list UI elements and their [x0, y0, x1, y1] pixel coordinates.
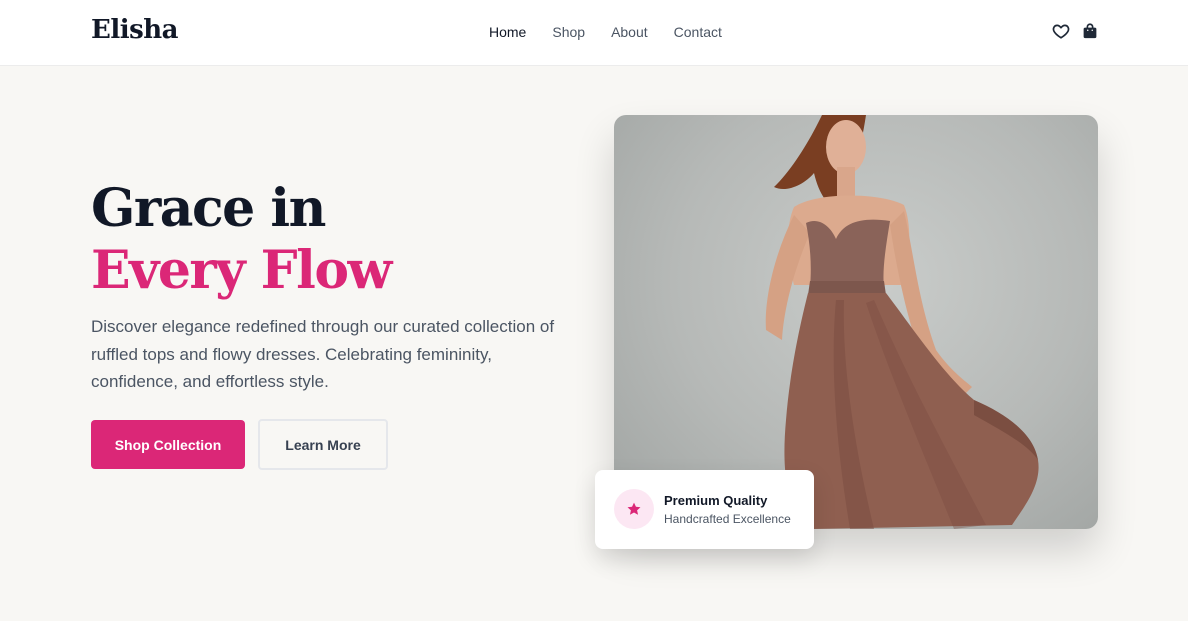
learn-more-button[interactable]: Learn More [258, 419, 388, 470]
header-actions [1052, 22, 1099, 40]
hero-image [614, 115, 1098, 529]
shop-collection-button[interactable]: Shop Collection [91, 420, 245, 469]
hero-title-line-2: Every Flow [91, 240, 392, 301]
nav-item-shop[interactable]: Shop [552, 24, 585, 40]
quality-badge: Premium Quality Handcrafted Excellence [595, 470, 814, 549]
shopping-bag-icon[interactable] [1081, 22, 1099, 40]
badge-title: Premium Quality [664, 493, 768, 508]
badge-subtitle: Handcrafted Excellence [664, 512, 791, 526]
nav-item-home[interactable]: Home [489, 24, 526, 40]
brand-logo[interactable]: Elisha [91, 15, 178, 45]
hero-description: Discover elegance redefined through our … [91, 317, 555, 391]
main-nav: Home Shop About Contact [489, 24, 722, 40]
hero-title: Grace in Every Flow [91, 178, 392, 302]
nav-item-about[interactable]: About [611, 24, 648, 40]
site-header: Elisha Home Shop About Contact [0, 0, 1188, 66]
hero-title-line-1: Grace in [91, 178, 326, 239]
nav-item-contact[interactable]: Contact [674, 24, 722, 40]
heart-icon[interactable] [1052, 22, 1070, 40]
star-icon [614, 489, 654, 529]
